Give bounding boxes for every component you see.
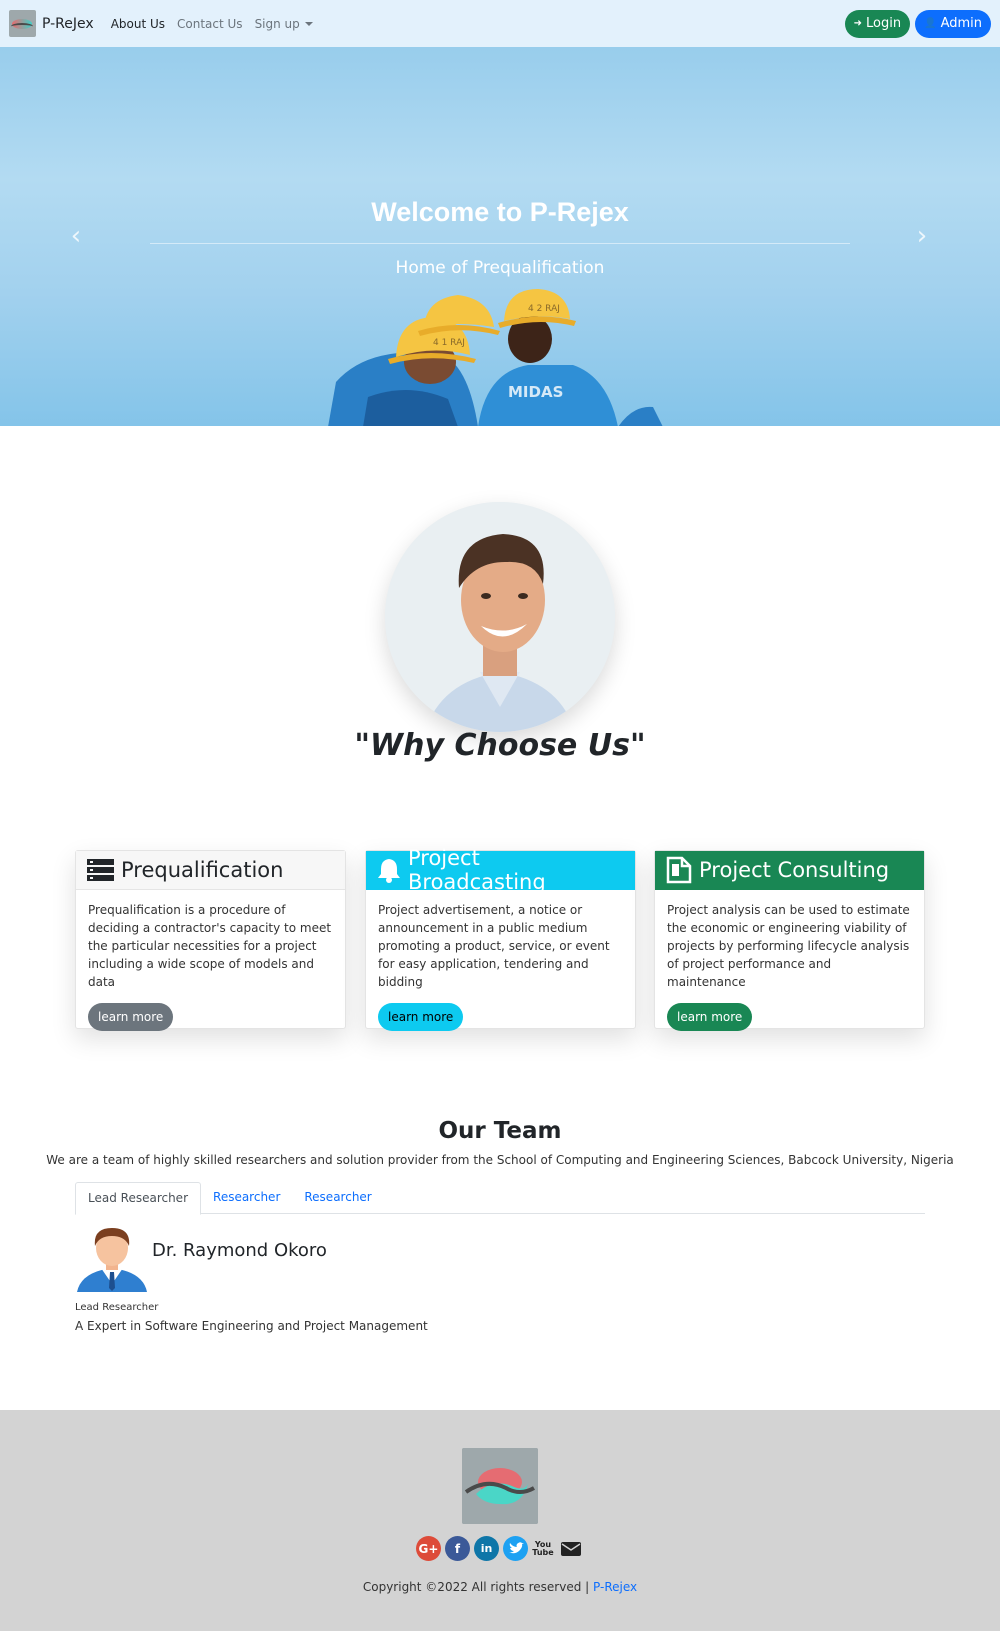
card-title: Prequalification [121,858,284,882]
social-links: G+ f in You Tube [0,1536,1000,1561]
card-project-broadcasting: Project Broadcasting Project advertiseme… [365,846,636,1031]
youtube-icon[interactable]: You Tube [532,1536,554,1561]
card-project-consulting: Project Consulting Project analysis can … [654,850,925,1031]
card-header: Prequalification [76,851,345,890]
hero-subtitle: Home of Prequalification [395,258,605,278]
team-subtitle: We are a team of highly skilled research… [46,1153,954,1167]
card-text: Prequalification is a procedure of decid… [88,903,332,989]
smiling-man-image [385,502,615,732]
nav-links: About Us Contact Us Sign up [111,17,313,31]
document-icon [666,856,692,884]
hero-title: Welcome to P-Rejex [371,197,629,227]
login-label: Login [866,16,902,31]
server-icon [87,859,114,881]
helmet-label-2: 4 2 RAJ [528,304,560,314]
nav-link-contact-us[interactable]: Contact Us [177,17,243,31]
why-choose-us-heading: "Why Choose Us" [354,728,646,763]
card-body: Project advertisement, a notice or annou… [366,890,635,1042]
jacket-text: MIDAS [508,383,563,401]
brand[interactable]: P-ReJex [9,10,94,37]
footer-logo [462,1448,538,1524]
login-button[interactable]: ➜ Login [844,9,911,38]
brand-logo [9,10,36,37]
team-tabs: Lead Researcher Researcher Researcher [75,1182,925,1215]
twitter-icon[interactable] [503,1536,528,1561]
copyright-link[interactable]: P-Rejex [593,1580,637,1594]
nav-link-about-us[interactable]: About Us [111,17,165,31]
admin-label: Admin [940,16,982,31]
footer: G+ f in You Tube Copyright ©2022 All righ… [0,1410,1000,1631]
learn-more-button[interactable]: learn more [378,1003,464,1031]
card-prequalification: Prequalification Prequalification is a p… [75,850,346,1031]
google-plus-icon[interactable]: G+ [416,1536,441,1561]
team-heading: Our Team [438,1118,562,1144]
member-description: A Expert in Software Engineering and Pro… [75,1319,428,1333]
tab-researcher-1[interactable]: Researcher [201,1182,292,1214]
envelope-icon[interactable] [558,1536,584,1561]
card-body: Prequalification is a procedure of decid… [76,890,345,1042]
caret-down-icon [304,22,313,26]
nav-actions: ➜ Login 👤 Admin [844,9,991,38]
card-header: Project Consulting [655,851,924,890]
nav-link-sign-up[interactable]: Sign up [255,17,313,31]
admin-button[interactable]: 👤 Admin [915,9,991,38]
hero-divider [150,243,850,244]
copyright: Copyright ©2022 All rights reserved | P-… [0,1580,1000,1594]
tab-lead-researcher[interactable]: Lead Researcher [75,1182,202,1215]
member-role: Lead Researcher [75,1302,159,1313]
learn-more-button[interactable]: learn more [667,1003,753,1031]
workers-image: 4 1 RAJ 4 2 RAJ MIDAS [328,289,663,426]
card-text: Project analysis can be used to estimate… [667,903,910,989]
profile-photo [385,502,615,732]
hero-carousel: ‹ › Welcome to P-Rejex Home of Prequalif… [0,47,1000,426]
member-name: Dr. Raymond Okoro [152,1240,327,1261]
helmet-label-1: 4 1 RAJ [433,338,465,348]
card-title: Project Consulting [699,858,890,882]
tab-researcher-2[interactable]: Researcher [292,1182,383,1214]
sign-up-label: Sign up [254,16,300,31]
facebook-icon[interactable]: f [445,1536,470,1561]
member-avatar [77,1228,147,1292]
navbar: P-ReJex About Us Contact Us Sign up ➜ Lo… [0,0,1000,47]
card-title: Project Broadcasting [407,846,546,894]
user-icon: 👤 [924,18,937,29]
brand-name: P-ReJex [42,15,94,32]
copyright-text: Copyright ©2022 All rights reserved | [362,1580,590,1594]
learn-more-button[interactable]: learn more [88,1003,174,1031]
bell-icon [377,859,400,883]
card-header: Project Broadcasting [366,846,635,894]
linkedin-icon[interactable]: in [474,1536,499,1561]
card-body: Project analysis can be used to estimate… [655,890,924,1042]
card-text: Project advertisement, a notice or annou… [378,903,610,989]
sign-in-icon: ➜ [853,18,863,29]
